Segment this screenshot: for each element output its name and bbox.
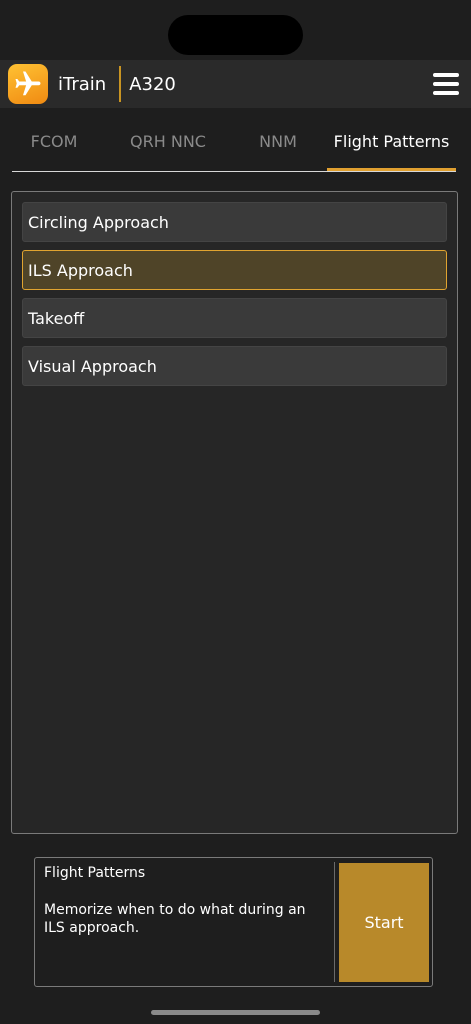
tab-nnm[interactable]: NNM [240, 124, 316, 158]
pattern-list: Circling Approach ILS Approach Takeoff V… [11, 191, 458, 834]
list-item-takeoff[interactable]: Takeoff [22, 298, 447, 338]
card-description: Memorize when to do what during an ILS a… [44, 902, 306, 936]
camera-notch [168, 15, 303, 55]
card-title: Flight Patterns [44, 865, 146, 881]
hamburger-menu-icon[interactable] [433, 72, 459, 96]
app-header: iTrain A320 [0, 60, 471, 108]
list-item-ils-approach[interactable]: ILS Approach [22, 250, 447, 290]
tab-qrh-nnc[interactable]: QRH NNC [116, 124, 220, 158]
airplane-icon [8, 64, 48, 104]
tab-flight-patterns[interactable]: Flight Patterns [327, 124, 456, 158]
start-button[interactable]: Start [339, 863, 429, 982]
tab-fcom[interactable]: FCOM [12, 124, 96, 158]
header-divider [119, 66, 122, 102]
list-item-circling-approach[interactable]: Circling Approach [22, 202, 447, 242]
tab-bar: FCOM QRH NNC NNM Flight Patterns [0, 124, 471, 172]
home-indicator[interactable] [151, 1010, 320, 1015]
pattern-info-card: Flight Patterns Memorize when to do what… [34, 857, 433, 987]
app-name: iTrain [58, 73, 107, 95]
card-divider [334, 862, 335, 982]
active-tab-indicator [327, 168, 456, 171]
list-item-visual-approach[interactable]: Visual Approach [22, 346, 447, 386]
tab-divider [12, 171, 456, 172]
aircraft-model: A320 [129, 73, 176, 95]
